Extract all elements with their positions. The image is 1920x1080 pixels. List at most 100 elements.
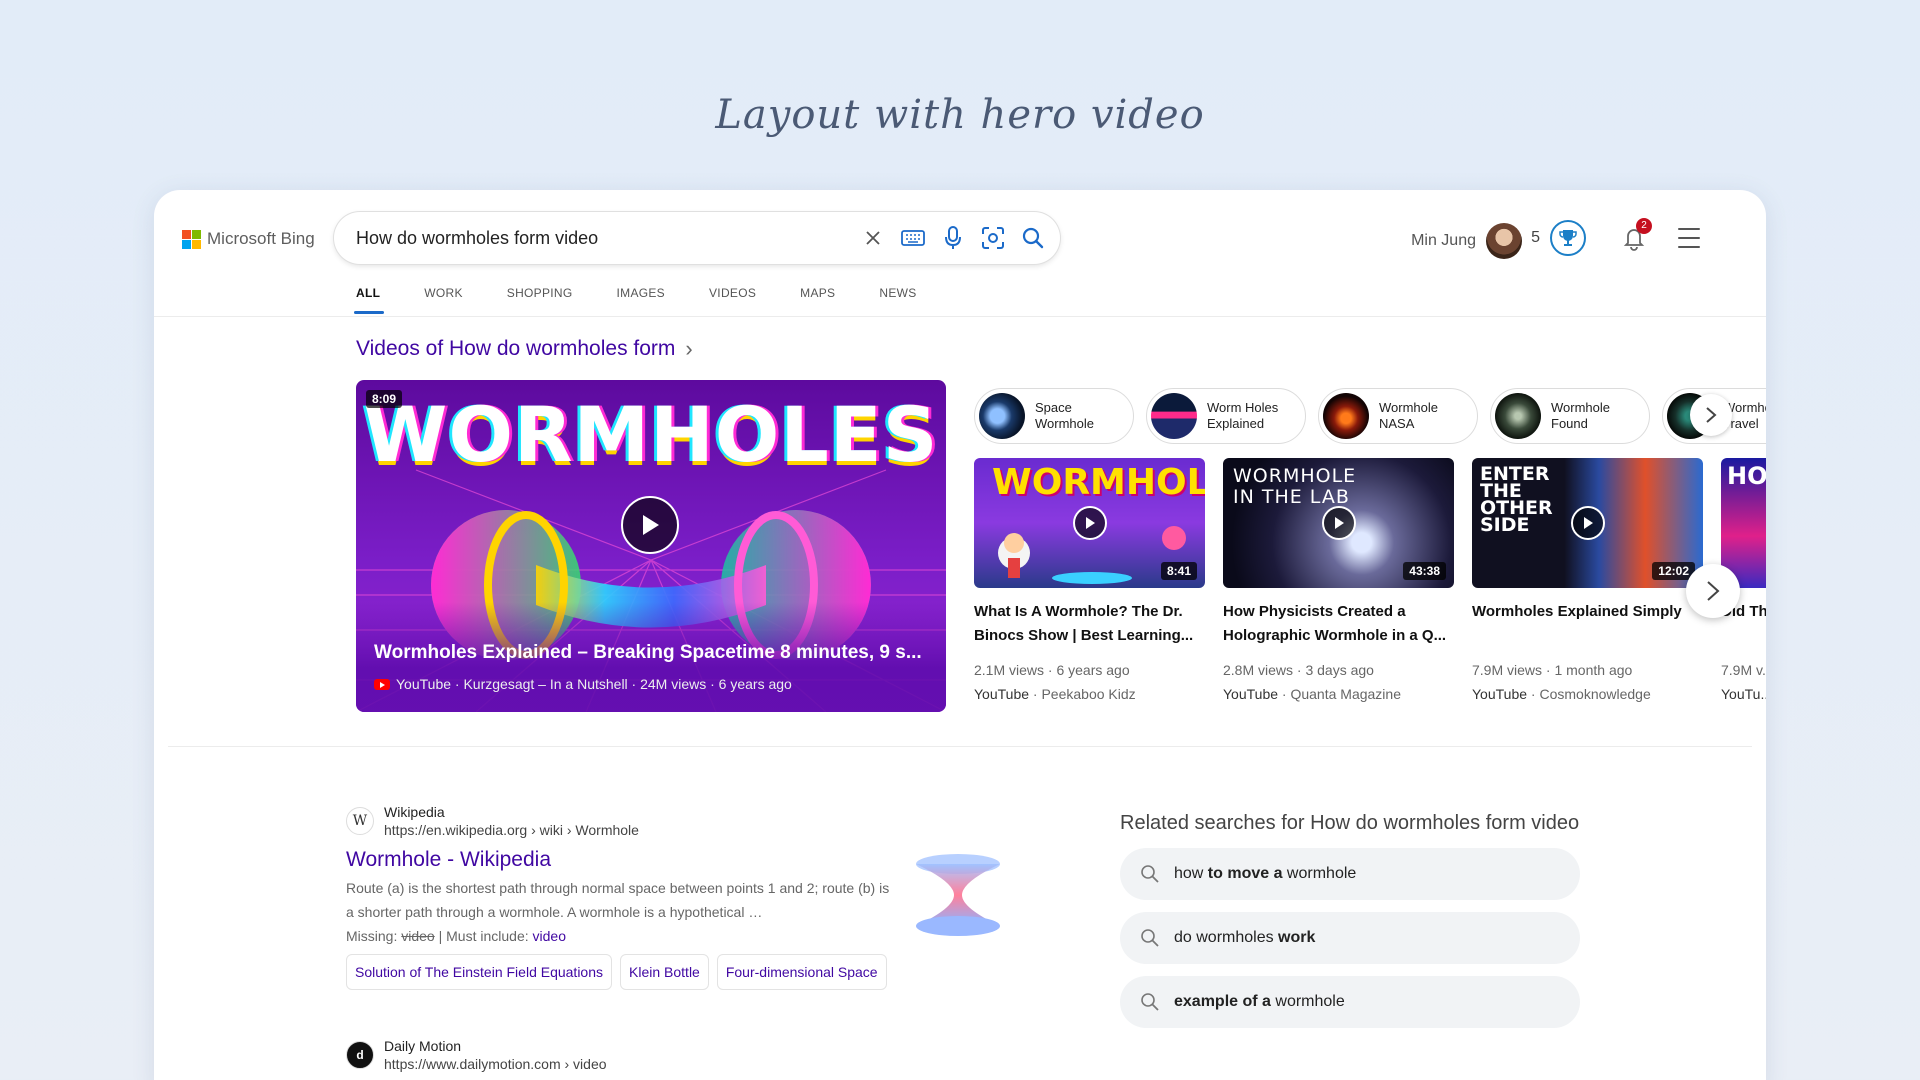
related-video-pills: Space Wormhole Worm Holes Explained Wormho… xyxy=(974,388,1766,444)
rewards-button[interactable]: 5 xyxy=(1531,220,1586,256)
pill-label-line1: Wormhole xyxy=(1551,400,1611,415)
avatar xyxy=(1486,223,1522,259)
hero-meta: YouTube · Kurzgesagt – In a Nutshell · 2… xyxy=(374,676,792,692)
pill-worm-holes-explained[interactable]: Worm Holes Explained xyxy=(1146,388,1306,444)
video-channel: Quanta Magazine xyxy=(1290,686,1401,702)
clear-icon[interactable] xyxy=(860,225,886,251)
chevron-right-icon xyxy=(1706,407,1717,423)
logo-text: Microsoft Bing xyxy=(207,229,315,248)
related-search-item[interactable]: do wormholes work xyxy=(1120,912,1580,964)
cards-next-button[interactable] xyxy=(1686,564,1740,618)
result-title-link[interactable]: Wormhole - Wikipedia xyxy=(346,848,896,872)
videos-heading-link[interactable]: Videos of How do wormholes form › xyxy=(356,336,693,362)
browser-window: Microsoft Bing Min Jung 5 xyxy=(154,190,1766,1080)
microphone-icon[interactable] xyxy=(940,225,966,251)
microsoft-logo-icon xyxy=(182,229,201,249)
must-include-link[interactable]: video xyxy=(533,928,566,944)
tab-images[interactable]: IMAGES xyxy=(595,274,687,314)
hero-video[interactable]: WORMHOLES 8:09 Wormholes Explained – Bre… xyxy=(356,380,946,712)
pill-wormhole-nasa[interactable]: Wormhole NASA xyxy=(1318,388,1478,444)
thumbnail-text: WORMHOLE IN THE LAB xyxy=(1233,465,1357,508)
related-search-item[interactable]: example of a wormhole xyxy=(1120,976,1580,1028)
related-text-bold: to move a xyxy=(1207,865,1283,882)
video-source: YouTube · Cosmoknowledge xyxy=(1472,686,1651,702)
video-card[interactable]: WORMHOLE 8:41 What Is A Wormhole? The Dr… xyxy=(974,458,1205,702)
video-title: What Is A Wormhole? The Dr. Binocs Show … xyxy=(974,603,1194,644)
play-icon[interactable] xyxy=(1072,506,1107,540)
video-title: How Physicists Created a Holographic Wor… xyxy=(1223,603,1447,644)
result-url[interactable]: https://www.dailymotion.com › video xyxy=(384,1056,607,1072)
search-box xyxy=(334,212,1060,264)
user-account[interactable]: Min Jung xyxy=(1411,223,1522,259)
tab-videos[interactable]: VIDEOS xyxy=(687,274,778,314)
missing-label: Missing: xyxy=(346,928,398,944)
video-card[interactable]: ENTER THE OTHER SIDE 12:02 Wormholes Exp… xyxy=(1472,458,1703,702)
tab-all[interactable]: ALL xyxy=(353,274,402,314)
bing-logo[interactable]: Microsoft Bing xyxy=(182,229,315,249)
related-text-pre: how xyxy=(1174,865,1208,882)
pill-label-line2: Found xyxy=(1551,416,1588,431)
tab-news[interactable]: NEWS xyxy=(857,274,938,314)
result-url[interactable]: https://en.wikipedia.org › wiki › Wormho… xyxy=(384,822,639,838)
pill-label-line1: Worm Holes xyxy=(1207,400,1279,415)
user-name: Min Jung xyxy=(1411,232,1476,249)
video-source: YouTube · Quanta Magazine xyxy=(1223,686,1401,702)
hero-thumbnail-title: WORMHOLES xyxy=(363,390,939,479)
deep-link-chip[interactable]: Solution of The Einstein Field Equations xyxy=(346,954,613,990)
tab-shopping[interactable]: SHOPPING xyxy=(485,274,595,314)
pill-label-line2: Wormhole xyxy=(1035,416,1095,431)
pill-label-line2: Explained xyxy=(1207,416,1265,431)
video-thumbnail: ENTER THE OTHER SIDE 12:02 xyxy=(1472,458,1703,588)
search-icon[interactable] xyxy=(1020,225,1046,251)
related-text-pre: do wormholes xyxy=(1174,929,1279,946)
pills-next-button[interactable] xyxy=(1690,394,1732,436)
visual-search-icon[interactable] xyxy=(980,225,1006,251)
video-card[interactable]: WORMHOLE IN THE LAB 43:38 How Physicists… xyxy=(1223,458,1454,702)
youtube-icon xyxy=(374,678,390,690)
notifications-button[interactable]: 2 xyxy=(1620,218,1652,252)
video-platform: YouTube xyxy=(1472,686,1528,702)
search-input[interactable] xyxy=(356,227,836,249)
dailymotion-icon: d xyxy=(346,1041,374,1069)
video-cards: WORMHOLE 8:41 What Is A Wormhole? The Dr… xyxy=(974,458,1766,702)
pill-label-line1: Space xyxy=(1035,400,1072,415)
result-deep-links: Solution of The Einstein Field Equations… xyxy=(346,954,896,990)
tab-work[interactable]: WORK xyxy=(402,274,485,314)
deep-link-chip[interactable]: Four-dimensional Space xyxy=(716,954,887,990)
video-channel: Peekaboo Kidz xyxy=(1041,686,1136,702)
related-text-bold: example of a xyxy=(1174,993,1271,1010)
video-views: 7.9M views · 1 month ago xyxy=(1472,662,1633,678)
search-icon xyxy=(1141,929,1159,947)
pill-label-line2: NASA xyxy=(1379,416,1415,431)
pill-thumbnail xyxy=(1151,393,1197,439)
tab-maps[interactable]: MAPS xyxy=(778,274,857,314)
video-thumbnail: WORMHOLE 8:41 xyxy=(974,458,1205,588)
hamburger-menu-icon[interactable] xyxy=(1678,228,1700,248)
must-include-label: | Must include: xyxy=(438,928,529,944)
pill-label-line1: Wormhole xyxy=(1379,400,1439,415)
pill-wormhole-found[interactable]: Wormhole Found xyxy=(1490,388,1650,444)
play-icon[interactable] xyxy=(1570,506,1605,540)
search-icon xyxy=(1141,993,1159,1011)
section-divider xyxy=(168,746,1752,747)
notification-badge: 2 xyxy=(1636,218,1652,234)
related-searches: Related searches for How do wormholes fo… xyxy=(1120,810,1580,1028)
pill-space-wormhole[interactable]: Space Wormhole xyxy=(974,388,1134,444)
search-tabs: ALL WORK SHOPPING IMAGES VIDEOS MAPS NEW… xyxy=(353,274,939,314)
hero-duration: 8:09 xyxy=(366,390,403,408)
videos-heading: Videos of How do wormholes form xyxy=(356,337,676,360)
play-icon[interactable] xyxy=(1321,506,1356,540)
result-site-name: Daily Motion xyxy=(384,1038,462,1054)
keyboard-icon[interactable] xyxy=(900,225,926,251)
related-text-post: wormhole xyxy=(1282,865,1357,882)
pill-thumbnail xyxy=(1495,393,1541,439)
related-searches-title: Related searches for How do wormholes fo… xyxy=(1120,812,1580,834)
search-icon xyxy=(1141,865,1159,883)
video-source: YouTube · Peekaboo Kidz xyxy=(974,686,1136,702)
deep-link-chip[interactable]: Klein Bottle xyxy=(620,954,709,990)
header-divider xyxy=(154,316,1766,317)
play-icon[interactable] xyxy=(621,496,679,554)
related-search-item[interactable]: how to move a wormhole xyxy=(1120,848,1580,900)
video-source: YouTu... xyxy=(1721,686,1766,702)
related-text-bold: work xyxy=(1278,929,1316,946)
